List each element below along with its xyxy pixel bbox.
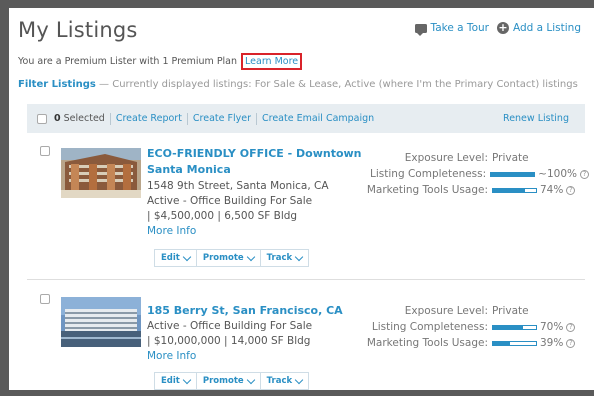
premium-status: You are a Premium Lister with 1 Premium … — [18, 53, 303, 70]
listing-address: 1548 9th Street, Santa Monica, CA — [147, 180, 329, 192]
question-circle-icon[interactable]: ? — [566, 322, 576, 332]
chevron-down-icon — [294, 375, 304, 384]
chevron-down-icon — [246, 252, 255, 261]
add-listing-label: Add a Listing — [512, 22, 581, 34]
edit-button[interactable]: Edit — [155, 373, 197, 389]
listing-divider — [27, 279, 585, 280]
selected-count: 0 Selected — [54, 113, 105, 124]
more-info-link[interactable]: More Info — [147, 349, 312, 364]
edit-button[interactable]: Edit — [155, 250, 197, 266]
add-listing-link[interactable]: + Add a Listing — [496, 21, 581, 34]
track-button[interactable]: Track — [261, 373, 308, 389]
premium-text: You are a Premium Lister with 1 Premium … — [18, 56, 238, 67]
completeness-value: ~100% — [538, 168, 577, 180]
page-title: My Listings — [18, 18, 138, 42]
promote-button[interactable]: Promote — [197, 250, 261, 266]
learn-more-link[interactable]: Learn More — [241, 53, 303, 70]
filter-listings-link[interactable]: Filter Listings — [18, 79, 96, 90]
listing-thumbnail[interactable] — [61, 297, 141, 347]
chevron-down-icon — [246, 375, 255, 384]
filter-bar: Filter Listings — Currently displayed li… — [18, 79, 578, 90]
exposure-label: Exposure Level: — [404, 305, 488, 317]
listing-stats: Exposure Level: Private Listing Complete… — [339, 150, 589, 198]
take-tour-link[interactable]: Take a Tour — [414, 22, 489, 36]
completeness-value: 70% — [540, 321, 564, 333]
listing-title-link[interactable]: 185 Berry St, San Francisco, CA — [147, 303, 343, 319]
marketing-value: 74% — [540, 184, 564, 196]
listing-thumbnail[interactable] — [61, 148, 141, 198]
listing-price: | $10,000,000 | 14,000 SF Bldg — [147, 335, 311, 347]
renew-listing-link[interactable]: Renew Listing — [503, 113, 569, 124]
create-email-campaign-link[interactable]: Create Email Campaign — [262, 113, 374, 124]
marketing-value: 39% — [540, 337, 564, 349]
question-circle-icon[interactable]: ? — [566, 338, 576, 348]
listing-action-buttons: Edit Promote Track — [154, 372, 310, 390]
completeness-label: Listing Completeness: — [370, 168, 487, 180]
header-actions: Take a Tour + Add a Listing — [407, 21, 581, 36]
chevron-down-icon — [294, 252, 304, 261]
exposure-value: Private — [492, 152, 529, 164]
listings-panel: My Listings Take a Tour + Add a Listing … — [9, 8, 594, 390]
question-circle-icon[interactable]: ? — [580, 169, 589, 179]
listing-price: | $4,500,000 | 6,500 SF Bldg — [147, 210, 298, 222]
question-circle-icon[interactable]: ? — [566, 185, 576, 195]
marketing-label: Marketing Tools Usage: — [366, 184, 488, 196]
listing-title-link[interactable]: ECO-FRIENDLY OFFICE - Downtown Santa Mon… — [147, 146, 362, 178]
completeness-bar — [492, 324, 537, 330]
take-tour-label: Take a Tour — [430, 22, 489, 34]
select-all-checkbox[interactable] — [37, 113, 47, 124]
chevron-down-icon — [182, 252, 192, 261]
toolbar-divider — [109, 112, 111, 125]
listing-status: Active - Office Building For Sale — [147, 320, 313, 332]
more-info-link[interactable]: More Info — [147, 224, 329, 239]
listing-checkbox[interactable] — [40, 146, 50, 156]
toolbar-divider — [186, 112, 188, 125]
exposure-label: Exposure Level: — [404, 152, 488, 164]
listing-details: Active - Office Building For Sale | $10,… — [147, 319, 312, 364]
filter-description: — Currently displayed listings: For Sale… — [99, 79, 578, 90]
bulk-toolbar: 0 Selected Create Report Create Flyer Cr… — [27, 104, 585, 133]
completeness-bar — [490, 171, 536, 177]
chat-bubble-icon — [414, 23, 427, 36]
listing-checkbox[interactable] — [40, 294, 50, 304]
toolbar-divider — [255, 112, 257, 125]
chevron-down-icon — [182, 375, 192, 384]
listing-status: Active - Office Building For Sale — [147, 195, 313, 207]
marketing-bar — [492, 340, 537, 346]
listing-details: 1548 9th Street, Santa Monica, CA Active… — [147, 179, 329, 239]
plus-circle-icon: + — [496, 21, 509, 34]
listing-stats: Exposure Level: Private Listing Complete… — [339, 303, 589, 351]
promote-button[interactable]: Promote — [197, 373, 261, 389]
listing-action-buttons: Edit Promote Track — [154, 249, 310, 267]
create-flyer-link[interactable]: Create Flyer — [193, 113, 251, 124]
track-button[interactable]: Track — [261, 250, 308, 266]
marketing-bar — [492, 187, 537, 193]
completeness-label: Listing Completeness: — [371, 321, 488, 333]
marketing-label: Marketing Tools Usage: — [366, 337, 488, 349]
exposure-value: Private — [492, 305, 529, 317]
create-report-link[interactable]: Create Report — [116, 113, 182, 124]
